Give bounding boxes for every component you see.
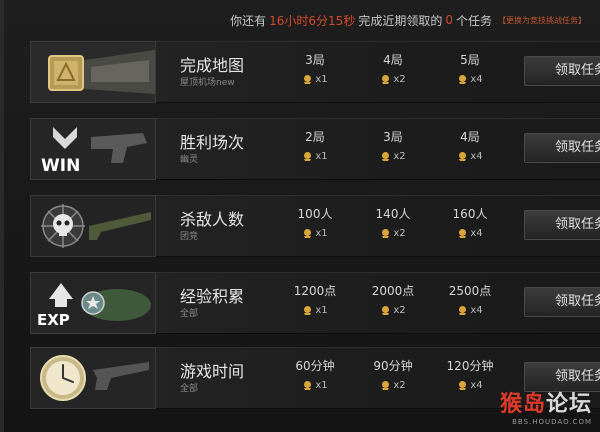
claim-mission-button[interactable]: 领取任务	[524, 133, 600, 163]
watermark-brand-a: 猴岛	[499, 392, 546, 417]
header-suffix: 个任务	[455, 13, 492, 28]
tier-requirement: 160人	[452, 207, 488, 221]
tier-3: 2500点 x4	[440, 282, 500, 316]
tier-requirement: 2局	[305, 130, 325, 144]
tier-requirement: 1200点	[293, 284, 337, 298]
header-middle: 完成近期领取的	[358, 13, 443, 28]
watermark-brand-b: 论坛	[545, 392, 592, 417]
tier-requirement: 2500点	[448, 284, 492, 298]
tier-2: 90分钟 x2	[363, 357, 423, 391]
tier-requirement: 5局	[460, 53, 480, 67]
mission-subtitle: 全部	[180, 384, 199, 394]
tier-reward: x2	[393, 151, 406, 162]
medal-icon	[459, 306, 467, 315]
mission-title: 经验积累	[180, 287, 245, 306]
tier-requirement: 3局	[305, 53, 325, 67]
medal-icon	[304, 152, 312, 161]
tier-reward: x4	[470, 74, 483, 85]
tier-3: 160人 x4	[440, 205, 500, 239]
tier-reward: x1	[315, 305, 328, 316]
mission-title: 胜利场次	[180, 133, 245, 152]
medal-icon	[304, 381, 312, 390]
tier-reward: x1	[315, 151, 328, 162]
exp-icon: EXP	[30, 272, 156, 334]
medal-icon	[459, 152, 467, 161]
map-icon	[30, 41, 156, 103]
medal-icon	[382, 306, 390, 315]
tier-requirement: 140人	[375, 207, 411, 221]
tier-3: 5局 x4	[440, 51, 500, 85]
medal-icon	[459, 229, 467, 238]
medal-icon	[382, 381, 390, 390]
skull-icon	[30, 195, 156, 257]
mission-row: WIN 胜利场次 幽灵 2局 x1 3局 x2 4局 x4 领取任务	[30, 118, 600, 180]
mission-subtitle: 全部	[180, 309, 199, 319]
mission-title: 杀敌人数	[180, 210, 245, 229]
medal-icon	[304, 75, 312, 84]
tier-reward: x4	[470, 380, 483, 391]
tier-requirement: 4局	[383, 53, 403, 67]
tier-reward: x1	[315, 380, 328, 391]
tier-reward: x2	[393, 305, 406, 316]
tier-reward: x4	[470, 228, 483, 239]
tier-requirement: 120分钟	[446, 359, 494, 373]
tier-reward: x2	[393, 228, 406, 239]
tier-3: 4局 x4	[440, 128, 500, 162]
watermark-url: BBS.HOUDAO.COM	[512, 418, 592, 426]
tier-1: 2局 x1	[285, 128, 345, 162]
medal-icon	[382, 229, 390, 238]
tier-reward: x2	[393, 380, 406, 391]
mission-count: 0	[445, 13, 453, 27]
tier-requirement: 3局	[383, 130, 403, 144]
medal-icon	[459, 75, 467, 84]
tier-2: 2000点 x2	[363, 282, 423, 316]
tier-reward: x4	[470, 305, 483, 316]
tier-1: 1200点 x1	[285, 282, 345, 316]
medal-icon	[382, 75, 390, 84]
mission-row: 完成地图 屋顶机场new 3局 x1 4局 x2 5局 x4 领取任务	[30, 41, 600, 103]
tier-requirement: 60分钟	[295, 359, 335, 373]
mission-row: EXP 经验积累 全部 1200点 x1 2000点 x2 2500点 x4 领…	[30, 272, 600, 334]
tier-3: 120分钟 x4	[440, 357, 500, 391]
mission-timer-header: 你还有 16小时6分15秒 完成近期领取的 0 个任务 【更换为竞技挑战任务】	[4, 0, 600, 40]
mission-subtitle: 团竞	[180, 232, 199, 242]
tier-reward: x2	[393, 74, 406, 85]
claim-mission-button[interactable]: 领取任务	[524, 210, 600, 240]
header-prefix: 你还有	[230, 13, 267, 28]
mission-title: 游戏时间	[180, 362, 245, 381]
tier-2: 3局 x2	[363, 128, 423, 162]
svg-text:WIN: WIN	[41, 156, 80, 176]
medal-icon	[382, 152, 390, 161]
mission-title: 完成地图	[180, 56, 245, 75]
tier-1: 100人 x1	[285, 205, 345, 239]
clock-icon	[30, 347, 156, 409]
tier-reward: x4	[470, 151, 483, 162]
remaining-time: 16小时6分15秒	[269, 13, 356, 28]
tier-1: 3局 x1	[285, 51, 345, 85]
tier-2: 140人 x2	[363, 205, 423, 239]
tier-requirement: 100人	[297, 207, 333, 221]
tier-requirement: 4局	[460, 130, 480, 144]
tier-2: 4局 x2	[363, 51, 423, 85]
mission-subtitle: 屋顶机场new	[180, 78, 235, 88]
svg-text:EXP: EXP	[37, 311, 70, 329]
tier-reward: x1	[315, 74, 328, 85]
tier-1: 60分钟 x1	[285, 357, 345, 391]
medal-icon	[459, 381, 467, 390]
medal-icon	[304, 306, 312, 315]
tier-requirement: 90分钟	[373, 359, 413, 373]
mission-row: 杀敌人数 团竞 100人 x1 140人 x2 160人 x4 领取任务	[30, 195, 600, 257]
forum-watermark: 猴岛论坛 BBS.HOUDAO.COM	[500, 386, 592, 426]
tier-requirement: 2000点	[371, 284, 415, 298]
claim-mission-button[interactable]: 领取任务	[524, 287, 600, 317]
switch-competitive-link[interactable]: 【更换为竞技挑战任务】	[498, 15, 586, 26]
win-icon: WIN	[30, 118, 156, 180]
claim-mission-button[interactable]: 领取任务	[524, 56, 600, 86]
mission-panel: 你还有 16小时6分15秒 完成近期领取的 0 个任务 【更换为竞技挑战任务】 …	[0, 0, 600, 432]
tier-reward: x1	[315, 228, 328, 239]
mission-subtitle: 幽灵	[180, 155, 199, 165]
medal-icon	[304, 229, 312, 238]
